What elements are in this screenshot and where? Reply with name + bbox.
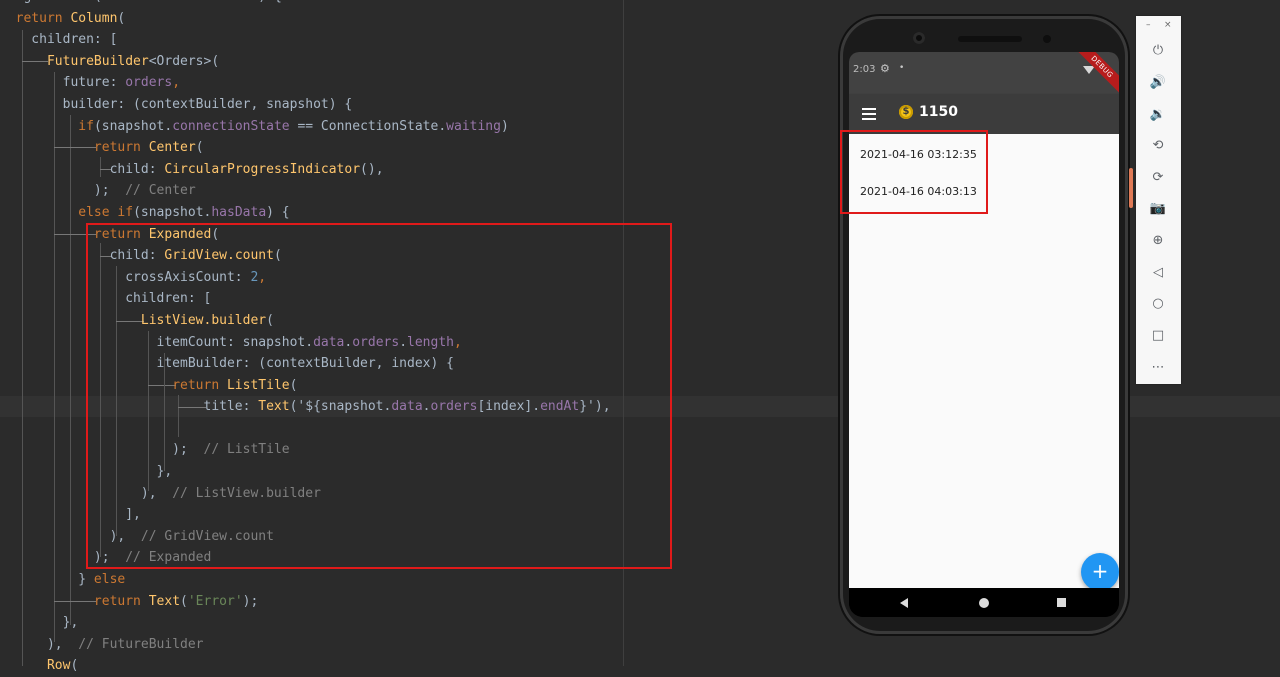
- code-line[interactable]: } else: [0, 569, 820, 591]
- phone-highlight-box: [840, 130, 988, 214]
- minimize-button[interactable]: –: [1146, 20, 1151, 30]
- code-token: (: [195, 140, 204, 156]
- code-token: ) {: [266, 204, 290, 220]
- code-token: ,: [172, 75, 181, 91]
- volume-down-icon[interactable]: 🔉: [1146, 104, 1170, 126]
- code-line[interactable]: Widget build(BuildContext context) {: [0, 0, 820, 8]
- code-token: // Center: [125, 183, 196, 199]
- code-token: Center: [148, 140, 196, 156]
- app-bar: $ 1150: [849, 94, 1119, 134]
- back-icon[interactable]: ◁: [1146, 262, 1170, 284]
- code-line[interactable]: builder: (contextBuilder, snapshot) {: [0, 94, 820, 116]
- camera-icon[interactable]: 📷: [1146, 198, 1170, 220]
- code-token: return: [15, 10, 71, 26]
- code-token: Text: [148, 593, 181, 609]
- menu-icon[interactable]: [862, 108, 876, 120]
- zoom-icon[interactable]: ⊕: [1146, 230, 1170, 252]
- debug-banner: DEBUG: [1073, 52, 1119, 96]
- code-token: connectionState: [172, 118, 290, 134]
- code-token: (BuildContext context) {: [94, 0, 282, 4]
- proximity-sensor: [1043, 35, 1051, 43]
- volume-up-icon[interactable]: 🔊: [1146, 72, 1170, 94]
- code-token: if: [78, 118, 94, 134]
- earpiece-speaker: [958, 36, 1022, 42]
- code-line[interactable]: ), // FutureBuilder: [0, 634, 820, 656]
- phone-power-button[interactable]: [1129, 168, 1133, 208]
- code-line[interactable]: },: [0, 612, 820, 634]
- code-token: hasData: [211, 204, 267, 220]
- code-token: (snapshot.: [133, 204, 212, 220]
- code-token: waiting: [446, 118, 501, 134]
- home-icon[interactable]: ○: [1146, 293, 1170, 315]
- code-highlight-box: [86, 223, 672, 569]
- code-line[interactable]: if(snapshot.connectionState == Connectio…: [0, 116, 820, 138]
- code-token: future:: [0, 75, 126, 91]
- rotate-right-icon[interactable]: ⟳: [1146, 167, 1170, 189]
- code-line[interactable]: future: orders,: [0, 72, 820, 94]
- code-token: == ConnectionState.: [289, 118, 447, 134]
- code-line[interactable]: return Text('Error');: [0, 591, 820, 613]
- settings-gear-icon: ⚙: [880, 62, 890, 75]
- coin-icon: $: [899, 105, 913, 119]
- code-line[interactable]: else if(snapshot.hasData) {: [0, 202, 820, 224]
- code-line[interactable]: children: [: [0, 29, 820, 51]
- code-token: }: [0, 572, 94, 588]
- code-line[interactable]: FutureBuilder<Orders>(: [0, 51, 820, 73]
- navigation-bar: [849, 588, 1119, 617]
- code-token: Column: [70, 10, 118, 26]
- toolbar-window-controls: – ×: [1136, 16, 1181, 36]
- code-token: // FutureBuilder: [78, 636, 204, 652]
- close-button[interactable]: ×: [1164, 20, 1172, 30]
- code-token: return: [93, 140, 149, 156]
- code-token: build: [55, 0, 94, 4]
- add-fab-button[interactable]: +: [1081, 553, 1119, 591]
- code-line[interactable]: Row(: [0, 655, 820, 677]
- more-icon[interactable]: ⋯: [1146, 357, 1170, 379]
- status-time: 2:03: [853, 64, 876, 75]
- notification-dot-icon: •: [899, 63, 905, 73]
- nav-recent-icon[interactable]: [1057, 598, 1066, 607]
- code-token: builder: (contextBuilder, snapshot) {: [0, 96, 353, 112]
- code-token: },: [0, 615, 79, 631]
- code-token: FutureBuilder: [46, 53, 149, 69]
- code-token: 'Error': [187, 593, 243, 609]
- code-token: return: [93, 593, 149, 609]
- code-token: (),: [360, 161, 384, 177]
- front-camera: [913, 32, 925, 44]
- rotate-left-icon[interactable]: ⟲: [1146, 135, 1170, 157]
- code-token: <Orders>(: [148, 53, 220, 69]
- code-line[interactable]: ); // Center: [0, 180, 820, 202]
- code-token: orders: [125, 75, 173, 91]
- emulator-toolbar: – × ⏻ 🔊 🔉 ⟲ ⟳ 📷 ⊕ ◁ ○ □ ⋯: [1136, 16, 1181, 384]
- code-token: (: [180, 593, 188, 609]
- code-token: );: [0, 183, 126, 199]
- code-token: CircularProgressIndicator: [164, 161, 361, 177]
- code-token: child:: [0, 161, 165, 177]
- code-line[interactable]: child: CircularProgressIndicator(),: [0, 159, 820, 181]
- code-token: (snapshot.: [93, 118, 173, 134]
- code-token: Widget: [0, 0, 55, 4]
- nav-back-icon[interactable]: [900, 598, 908, 608]
- code-line[interactable]: return Center(: [0, 137, 820, 159]
- code-token: (: [117, 10, 126, 26]
- nav-home-icon[interactable]: [979, 598, 989, 608]
- power-icon[interactable]: ⏻: [1146, 40, 1170, 62]
- status-bar: 2:03 ⚙ • DEBUG: [849, 52, 1119, 96]
- code-token: else: [93, 572, 126, 588]
- code-line[interactable]: return Column(: [0, 8, 820, 30]
- overview-icon[interactable]: □: [1146, 325, 1170, 347]
- coin-count: 1150: [919, 104, 958, 120]
- code-token: );: [242, 593, 259, 609]
- code-token: children: [: [0, 32, 118, 48]
- code-token: else if: [78, 204, 134, 220]
- code-token: ): [500, 118, 509, 134]
- code-token: ),: [0, 636, 79, 652]
